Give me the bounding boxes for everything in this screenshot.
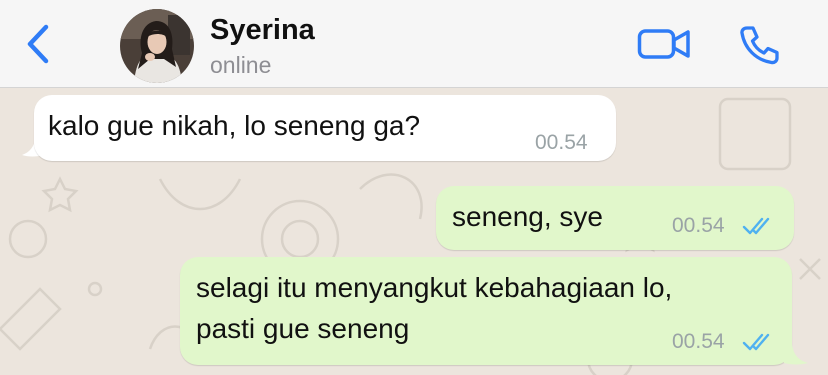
message-text-line: pasti gue seneng [196, 313, 410, 344]
phone-icon [740, 26, 779, 65]
message-text: seneng, sye [452, 201, 603, 232]
message-text: kalo gue nikah, lo seneng ga? [48, 110, 421, 141]
message-time: 00.54 [535, 131, 588, 154]
contact-status: online [210, 52, 272, 78]
back-button[interactable] [20, 22, 56, 66]
avatar[interactable] [120, 9, 194, 83]
voice-call-button[interactable] [736, 22, 782, 68]
bubble-tail [784, 345, 808, 365]
message-bubble-outgoing[interactable]: seneng, sye 00.54 [436, 186, 794, 250]
message-text-line: selagi itu menyangkut kebahagiaan lo, [196, 272, 673, 303]
message-bubble-outgoing[interactable]: selagi itu menyangkut kebahagiaan lo, pa… [180, 257, 792, 365]
message-bubble-incoming[interactable]: kalo gue nikah, lo seneng ga? 00.54 [34, 95, 616, 161]
contact-name[interactable]: Syerina [210, 14, 315, 47]
message-time: 00.54 [672, 214, 725, 237]
chat-header: Syerina online [0, 0, 828, 88]
video-call-button[interactable] [636, 24, 692, 64]
video-camera-icon [637, 29, 690, 59]
read-receipt-icon [742, 217, 770, 235]
message-time: 00.54 [672, 330, 725, 353]
read-receipt-icon [742, 333, 770, 351]
chevron-left-icon [27, 24, 49, 64]
message-list[interactable]: kalo gue nikah, lo seneng ga? 00.54 sene… [0, 89, 828, 375]
